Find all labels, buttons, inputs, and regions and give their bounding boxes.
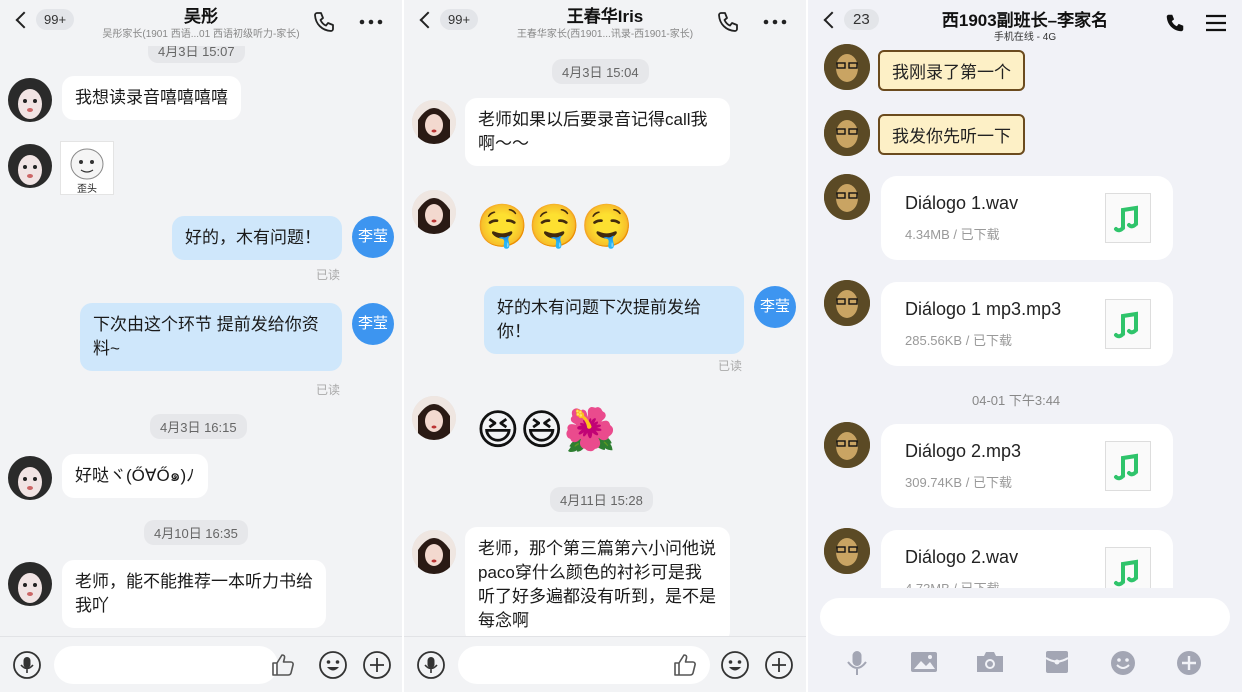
sticker-image[interactable]: 歪头 xyxy=(60,141,114,195)
plus-icon[interactable] xyxy=(764,650,794,680)
chat-panel-wutong: 99+ 吴彤 吴彤家长(1901 西语...01 西语初级听力-家长) 4月3日… xyxy=(0,0,402,692)
input-bar xyxy=(0,636,402,692)
phone-icon[interactable] xyxy=(716,10,740,34)
menu-icon[interactable] xyxy=(1204,13,1228,33)
file-name: Diálogo 1.wav xyxy=(905,193,1019,213)
music-file-icon xyxy=(1105,299,1151,349)
image-icon[interactable] xyxy=(910,650,938,674)
chat-header: 99+ 王春华Iris 王春华家长(西1901...讯录-西1901-家长) xyxy=(404,0,806,46)
message-bubble[interactable]: 老师，能不能推荐一本听力书给我吖 xyxy=(62,560,326,628)
music-file-icon xyxy=(1105,547,1151,588)
file-message[interactable]: Diálogo 1 mp3.mp3 285.56KB / 已下载 xyxy=(881,282,1173,366)
read-status: 已读 xyxy=(316,268,341,282)
timestamp: 4月10日 16:35 xyxy=(144,520,248,545)
my-avatar[interactable]: 李莹 xyxy=(352,216,394,258)
contact-avatar[interactable] xyxy=(412,100,456,144)
input-bar xyxy=(404,636,806,692)
timestamp: 4月3日 15:04 xyxy=(552,59,649,84)
contact-avatar[interactable] xyxy=(824,528,870,574)
file-name: Diálogo 2.wav xyxy=(905,547,1019,567)
my-avatar[interactable]: 李莹 xyxy=(352,303,394,345)
microphone-icon[interactable] xyxy=(12,650,42,680)
camera-icon[interactable] xyxy=(976,650,1004,674)
plus-icon[interactable] xyxy=(1176,650,1202,676)
timestamp: 4月3日 15:07 xyxy=(148,46,245,63)
message-bubble[interactable]: 好哒ヾ(Ő∀Ő๑)ﾉ xyxy=(62,454,208,498)
music-file-icon xyxy=(1105,193,1151,243)
my-message-bubble[interactable]: 下次由这个环节 提前发给你资料~ xyxy=(80,303,342,371)
file-message[interactable]: Diálogo 2.mp3 309.74KB / 已下载 xyxy=(881,424,1173,508)
file-meta: 4.34MB / 已下载 xyxy=(905,227,1000,242)
chat-header: 23 西1903副班长–李家名 手机在线 - 4G xyxy=(808,0,1242,44)
contact-avatar[interactable] xyxy=(8,78,52,122)
contact-avatar[interactable] xyxy=(412,530,456,574)
contact-avatar[interactable] xyxy=(824,422,870,468)
my-avatar[interactable]: 李莹 xyxy=(754,286,796,328)
emoji-icon[interactable] xyxy=(1110,650,1136,676)
more-icon[interactable] xyxy=(358,10,384,34)
microphone-icon[interactable] xyxy=(416,650,446,680)
phone-icon[interactable] xyxy=(312,10,336,34)
thumbs-up-icon[interactable] xyxy=(270,652,296,678)
contact-avatar[interactable] xyxy=(824,280,870,326)
toolbar xyxy=(808,646,1242,682)
contact-avatar[interactable] xyxy=(8,144,52,188)
message-bubble[interactable]: 老师如果以后要录音记得call我啊～～ xyxy=(465,98,730,166)
file-meta: 309.74KB / 已下载 xyxy=(905,475,1012,490)
file-meta: 4.73MB / 已下载 xyxy=(905,578,1000,588)
file-meta: 285.56KB / 已下载 xyxy=(905,333,1012,348)
music-file-icon xyxy=(1105,441,1151,491)
emoji-message[interactable]: 🤤🤤🤤 xyxy=(476,202,633,250)
contact-avatar[interactable] xyxy=(412,190,456,234)
more-icon[interactable] xyxy=(762,10,788,34)
my-message-bubble[interactable]: 好的，木有问题！ xyxy=(172,216,342,260)
timestamp: 4月11日 15:28 xyxy=(550,487,653,512)
read-status: 已读 xyxy=(316,383,341,397)
message-bubble[interactable]: 老师，那个第三篇第六小问他说paco穿什么颜色的衬衫可是我听了好多遍都没有听到，… xyxy=(465,527,730,636)
thumbs-up-icon[interactable] xyxy=(672,652,698,678)
emoji-icon[interactable] xyxy=(318,650,348,680)
read-status: 已读 xyxy=(718,359,743,373)
message-list[interactable]: 4月3日 15:04 老师如果以后要录音记得call我啊～～ 🤤🤤🤤 李莹 好的… xyxy=(404,46,806,636)
timestamp: 04-01 下午3:44 xyxy=(972,393,1061,408)
microphone-icon[interactable] xyxy=(846,650,868,676)
chat-panel-lijiaming: 23 西1903副班长–李家名 手机在线 - 4G 我刚录了第一个 我发你先听一… xyxy=(808,0,1242,692)
my-message-bubble[interactable]: 好的木有问题下次提前发给你！ xyxy=(484,286,744,354)
phone-icon[interactable] xyxy=(1164,12,1186,34)
contact-avatar[interactable] xyxy=(824,44,870,90)
timestamp: 4月3日 16:15 xyxy=(150,414,247,439)
contact-avatar[interactable] xyxy=(412,396,456,440)
message-input[interactable] xyxy=(54,646,278,684)
message-list[interactable]: 4月3日 15:07 我想读录音嘻嘻嘻嘻 歪头 李莹 好的，木有问题！ 已读 李… xyxy=(0,46,402,636)
contact-avatar[interactable] xyxy=(8,456,52,500)
contact-avatar[interactable] xyxy=(8,562,52,606)
message-bubble[interactable]: 我发你先听一下 xyxy=(878,114,1025,155)
emoji-icon[interactable] xyxy=(720,650,750,680)
file-name: Diálogo 2.mp3 xyxy=(905,441,1022,461)
red-packet-icon[interactable] xyxy=(1044,650,1070,674)
sticker-caption: 歪头 xyxy=(77,184,97,195)
message-bubble[interactable]: 我想读录音嘻嘻嘻嘻 xyxy=(62,76,241,120)
file-name: Diálogo 1 mp3.mp3 xyxy=(905,299,1062,319)
emoji-message[interactable]: 😆😆🌺 xyxy=(476,406,616,454)
plus-icon[interactable] xyxy=(362,650,392,680)
message-input[interactable] xyxy=(820,598,1230,636)
contact-avatar[interactable] xyxy=(824,110,870,156)
file-message[interactable]: Diálogo 2.wav 4.73MB / 已下载 xyxy=(881,530,1173,588)
contact-avatar[interactable] xyxy=(824,174,870,220)
message-list[interactable]: 我刚录了第一个 我发你先听一下 Diálogo 1.wav 4.34MB / 已… xyxy=(808,44,1242,588)
message-bubble[interactable]: 我刚录了第一个 xyxy=(878,50,1025,91)
chat-panel-wangchunhua: 99+ 王春华Iris 王春华家长(西1901...讯录-西1901-家长) 4… xyxy=(404,0,806,692)
file-message[interactable]: Diálogo 1.wav 4.34MB / 已下载 xyxy=(881,176,1173,260)
chat-header: 99+ 吴彤 吴彤家长(1901 西语...01 西语初级听力-家长) xyxy=(0,0,402,46)
